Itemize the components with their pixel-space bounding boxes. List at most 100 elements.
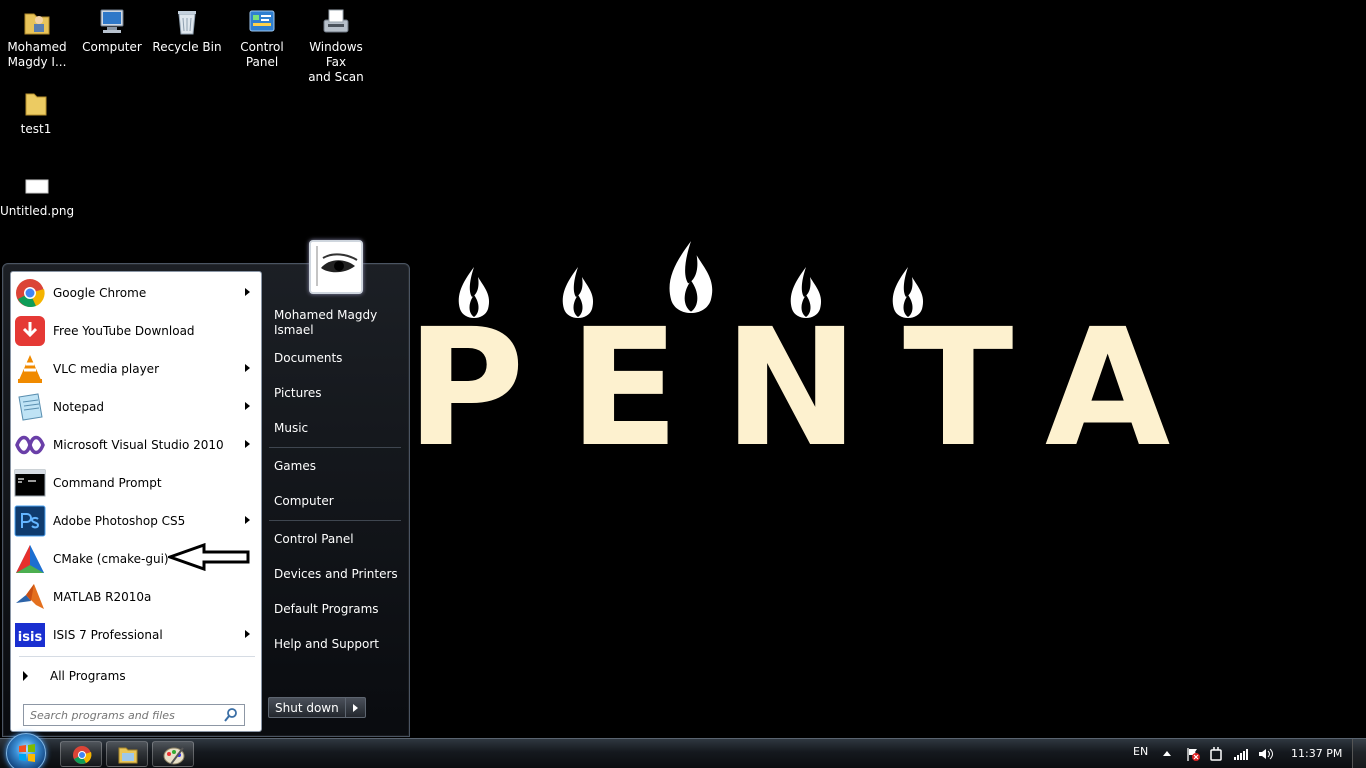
- program-label: CMake (cmake-gui): [53, 552, 169, 566]
- separator: [19, 656, 255, 657]
- command-prompt-icon: [14, 467, 46, 499]
- desktop-icon-label: Control Panel: [240, 40, 284, 69]
- wallpaper-penta: PENTA: [400, 230, 1170, 480]
- games-link[interactable]: Games: [274, 459, 316, 474]
- program-label: Free YouTube Download: [53, 324, 195, 338]
- clock[interactable]: 11:37 PM: [1291, 747, 1342, 760]
- user-name-link[interactable]: Mohamed Magdy Ismael: [274, 308, 377, 338]
- program-label: MATLAB R2010a: [53, 590, 152, 604]
- search-input[interactable]: [24, 706, 222, 724]
- taskbar-explorer-button[interactable]: [106, 741, 148, 767]
- explorer-icon: [118, 747, 138, 764]
- fax-scan-icon: [320, 6, 352, 38]
- desktop-icon-untitled-png[interactable]: Untitled.png: [0, 170, 75, 219]
- program-matlab-r2010a[interactable]: MATLAB R2010a: [14, 579, 260, 615]
- desktop-icon-control-panel[interactable]: Control Panel: [224, 6, 300, 70]
- desktop-icon-label: Computer: [82, 40, 142, 54]
- shutdown-group: Shut down: [268, 697, 366, 718]
- desktop-icon-label: Untitled.png: [0, 204, 75, 218]
- program-visual-studio-2010[interactable]: Microsoft Visual Studio 2010: [14, 427, 260, 463]
- computer-icon: [96, 6, 128, 38]
- submenu-arrow-icon: [245, 402, 250, 410]
- search-programs-box[interactable]: [23, 704, 245, 726]
- submenu-arrow-icon: [245, 630, 250, 638]
- matlab-icon: [14, 581, 46, 613]
- desktop-icon-label: test1: [20, 122, 52, 136]
- expand-arrow-icon: [23, 671, 28, 681]
- program-command-prompt[interactable]: Command Prompt: [14, 465, 260, 501]
- desktop-icon-user-folder[interactable]: Mohamed Magdy I...: [0, 6, 75, 70]
- start-orb-icon[interactable]: [6, 733, 46, 768]
- program-label: Google Chrome: [53, 286, 147, 300]
- shutdown-options-arrow-icon[interactable]: [345, 697, 366, 718]
- submenu-arrow-icon: [245, 516, 250, 524]
- vlc-icon: [14, 353, 46, 385]
- recycle-bin-icon: [171, 6, 203, 38]
- program-label: Microsoft Visual Studio 2010: [53, 438, 224, 452]
- eye-picture-icon: [311, 242, 361, 292]
- program-label: Command Prompt: [53, 476, 162, 490]
- chrome-icon: [14, 277, 46, 309]
- music-link[interactable]: Music: [274, 421, 308, 436]
- action-center-flag-icon[interactable]: [1185, 746, 1201, 762]
- submenu-arrow-icon: [245, 364, 250, 372]
- show-desktop-button[interactable]: [1352, 739, 1366, 768]
- search-icon[interactable]: [222, 706, 244, 724]
- annotation-arrow-icon: [168, 543, 250, 571]
- separator: [269, 447, 401, 448]
- computer-link[interactable]: Computer: [274, 494, 334, 509]
- paint-icon: [163, 747, 185, 765]
- desktop-icon-test1[interactable]: test1: [0, 88, 74, 137]
- submenu-arrow-icon: [245, 440, 250, 448]
- photoshop-icon: [14, 505, 46, 537]
- volume-icon[interactable]: [1257, 746, 1273, 762]
- default-programs-link[interactable]: Default Programs: [274, 602, 379, 617]
- notepad-icon: [14, 391, 46, 423]
- program-free-youtube-download[interactable]: Free YouTube Download: [14, 313, 260, 349]
- control-panel-icon: [246, 6, 278, 38]
- taskbar-paint-button[interactable]: [152, 741, 194, 767]
- taskbar: EN 11:37 PM: [0, 733, 1366, 768]
- user-folder-icon: [21, 6, 53, 38]
- network-signal-icon[interactable]: [1233, 746, 1249, 762]
- desktop-icon-fax-scan[interactable]: Windows Fax and Scan: [298, 6, 374, 85]
- program-label: Notepad: [53, 400, 104, 414]
- desktop-icon-label: Windows Fax and Scan: [308, 40, 364, 84]
- image-file-icon: [21, 170, 53, 202]
- wallpaper-title: PENTA: [406, 295, 1215, 483]
- folder-icon: [20, 88, 52, 120]
- desktop-icon-label: Recycle Bin: [152, 40, 222, 54]
- program-notepad[interactable]: Notepad: [14, 389, 260, 425]
- devices-printers-link[interactable]: Devices and Printers: [274, 567, 398, 582]
- program-isis-7-professional[interactable]: isis ISIS 7 Professional: [14, 617, 260, 653]
- separator: [269, 520, 401, 521]
- program-label: ISIS 7 Professional: [53, 628, 163, 642]
- pictures-link[interactable]: Pictures: [274, 386, 322, 401]
- power-plug-icon[interactable]: [1208, 746, 1224, 762]
- desktop-icon-computer[interactable]: Computer: [74, 6, 150, 55]
- program-photoshop-cs5[interactable]: Adobe Photoshop CS5: [14, 503, 260, 539]
- program-label: Adobe Photoshop CS5: [53, 514, 186, 528]
- program-vlc[interactable]: VLC media player: [14, 351, 260, 387]
- desktop-icon-recycle-bin[interactable]: Recycle Bin: [149, 6, 225, 55]
- language-indicator[interactable]: EN: [1133, 745, 1148, 758]
- documents-link[interactable]: Documents: [274, 351, 342, 366]
- cmake-icon: [14, 543, 46, 575]
- taskbar-chrome-button[interactable]: [60, 741, 102, 767]
- isis-icon: isis: [14, 619, 46, 651]
- start-menu-programs-pane: Google Chrome Free YouTube Download VLC …: [10, 271, 262, 732]
- svg-text:isis: isis: [18, 630, 43, 645]
- start-menu: Google Chrome Free YouTube Download VLC …: [2, 263, 410, 737]
- tray-expand-icon[interactable]: [1162, 748, 1172, 758]
- chrome-icon: [73, 746, 92, 764]
- program-google-chrome[interactable]: Google Chrome: [14, 275, 260, 311]
- visual-studio-icon: [14, 429, 46, 461]
- youtube-download-icon: [14, 315, 46, 347]
- user-avatar[interactable]: [309, 240, 363, 294]
- submenu-arrow-icon: [245, 288, 250, 296]
- shutdown-button[interactable]: Shut down: [268, 697, 346, 718]
- all-programs-button[interactable]: All Programs: [19, 664, 255, 688]
- control-panel-link[interactable]: Control Panel: [274, 532, 354, 547]
- help-support-link[interactable]: Help and Support: [274, 637, 379, 652]
- program-label: VLC media player: [53, 362, 160, 376]
